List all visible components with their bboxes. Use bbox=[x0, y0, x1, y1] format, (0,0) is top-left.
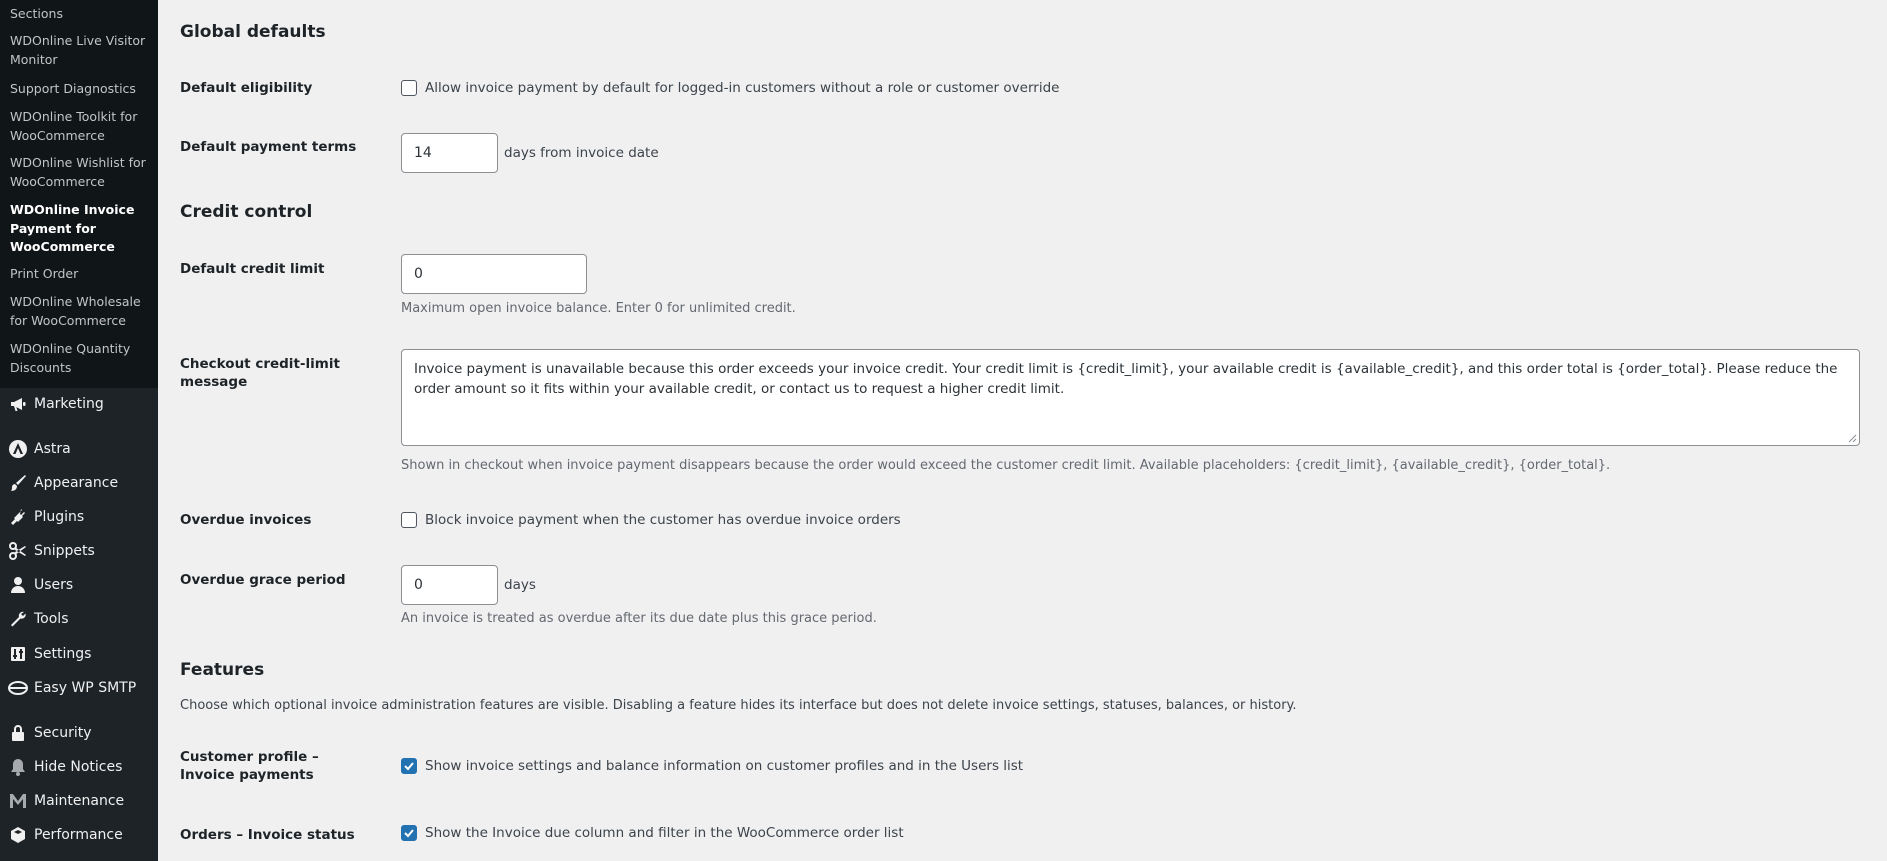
default-eligibility-label: Default eligibility bbox=[180, 80, 313, 96]
user-icon bbox=[0, 570, 34, 600]
menu-item-label: Security bbox=[34, 725, 92, 741]
default-credit-limit-description: Maximum open invoice balance. Enter 0 fo… bbox=[401, 301, 796, 316]
default-credit-limit-input[interactable]: 0 bbox=[401, 254, 587, 294]
menu-item-label: Appearance bbox=[34, 475, 119, 491]
menu-item-label: Snippets bbox=[34, 543, 95, 559]
menu-item-marketing[interactable]: Marketing bbox=[0, 389, 158, 419]
menu-item-label: Marketing bbox=[34, 396, 104, 412]
default-eligibility-checkbox-label[interactable]: Allow invoice payment by default for log… bbox=[425, 80, 1059, 96]
submenu-item-wholesale[interactable]: WDOnline Wholesale for WooCommerce bbox=[10, 293, 152, 330]
default-credit-limit-field: 0 bbox=[401, 254, 587, 294]
menu-item-label: Performance bbox=[34, 827, 123, 843]
menu-item-maintenance[interactable]: Maintenance bbox=[0, 786, 158, 816]
submenu-item-sections[interactable]: Sections bbox=[10, 5, 152, 24]
checkmark-icon bbox=[404, 829, 414, 838]
settings-icon bbox=[0, 639, 34, 669]
checkout-credit-limit-message-label: Checkout credit-limit message bbox=[180, 356, 340, 390]
checkout-credit-limit-message-description: Shown in checkout when invoice payment d… bbox=[401, 458, 1611, 473]
customer-profile-invoice-payments-field: Show invoice settings and balance inform… bbox=[401, 758, 1023, 774]
resize-handle-icon[interactable] bbox=[1848, 434, 1857, 443]
customer-profile-invoice-payments-checkbox-label[interactable]: Show invoice settings and balance inform… bbox=[425, 758, 1023, 774]
overdue-invoices-field: Block invoice payment when the customer … bbox=[401, 512, 901, 528]
plug-icon bbox=[0, 502, 34, 532]
menu-item-label: Users bbox=[34, 577, 74, 593]
orders-invoice-status-label: Orders – Invoice status bbox=[180, 827, 355, 843]
customer-profile-invoice-payments-label: Customer profile – Invoice payments bbox=[180, 749, 319, 783]
orders-invoice-status-checkbox-label[interactable]: Show the Invoice due column and filter i… bbox=[425, 825, 904, 841]
menu-item-easy-wp-smtp[interactable]: Easy WP SMTP bbox=[0, 673, 158, 703]
features-description: Choose which optional invoice administra… bbox=[180, 698, 1297, 713]
submenu-item-live-visitor-monitor[interactable]: WDOnline Live Visitor Monitor bbox=[10, 32, 152, 69]
submenu-item-print-order[interactable]: Print Order bbox=[10, 265, 152, 284]
bell-icon bbox=[0, 752, 34, 782]
section-title-features: Features bbox=[180, 660, 265, 680]
section-title-credit-control: Credit control bbox=[180, 202, 313, 222]
menu-item-astra[interactable]: Astra bbox=[0, 434, 158, 464]
submenu-item-support-diagnostics[interactable]: Support Diagnostics bbox=[10, 80, 152, 99]
default-payment-terms-field: 14 days from invoice date bbox=[401, 133, 659, 173]
checkmark-icon bbox=[404, 762, 414, 771]
submenu-item-quantity-discounts[interactable]: WDOnline Quantity Discounts bbox=[10, 340, 152, 377]
menu-item-label: Hide Notices bbox=[34, 759, 123, 775]
overdue-grace-period-description: An invoice is treated as overdue after i… bbox=[401, 611, 877, 626]
checkout-credit-limit-message-text: Invoice payment is unavailable because t… bbox=[414, 361, 1838, 397]
maintenance-icon bbox=[0, 786, 34, 816]
menu-item-security[interactable]: Security bbox=[0, 718, 158, 748]
default-eligibility-field: Allow invoice payment by default for log… bbox=[401, 80, 1059, 96]
menu-item-plugins[interactable]: Plugins bbox=[0, 502, 158, 532]
paintbrush-icon bbox=[0, 468, 34, 498]
orders-invoice-status-field: Show the Invoice due column and filter i… bbox=[401, 825, 904, 841]
overdue-grace-period-suffix: days bbox=[504, 577, 536, 593]
submenu-item-invoice-payment[interactable]: WDOnline Invoice Payment for WooCommerce bbox=[10, 201, 152, 257]
orders-invoice-status-checkbox[interactable] bbox=[401, 825, 417, 841]
menu-item-label: Easy WP SMTP bbox=[34, 680, 137, 696]
menu-item-settings[interactable]: Settings bbox=[0, 639, 158, 669]
menu-item-label: Plugins bbox=[34, 509, 85, 525]
menu-item-snippets[interactable]: Snippets bbox=[0, 536, 158, 566]
overdue-grace-period-input[interactable]: 0 bbox=[401, 565, 498, 605]
lock-icon bbox=[0, 718, 34, 748]
menu-item-label: Settings bbox=[34, 646, 92, 662]
smtp-icon bbox=[0, 673, 34, 703]
menu-item-label: Maintenance bbox=[34, 793, 125, 809]
default-payment-terms-suffix: days from invoice date bbox=[504, 145, 659, 161]
woocommerce-submenu: Sections WDOnline Live Visitor Monitor S… bbox=[0, 0, 158, 388]
menu-item-appearance[interactable]: Appearance bbox=[0, 468, 158, 498]
astra-icon bbox=[0, 434, 34, 464]
section-title-global-defaults: Global defaults bbox=[180, 22, 326, 42]
default-credit-limit-label: Default credit limit bbox=[180, 261, 325, 277]
menu-item-tools[interactable]: Tools bbox=[0, 604, 158, 634]
admin-sidebar: Sections WDOnline Live Visitor Monitor S… bbox=[0, 0, 158, 861]
default-payment-terms-label: Default payment terms bbox=[180, 139, 357, 155]
menu-item-performance[interactable]: Performance bbox=[0, 820, 158, 850]
menu-item-label: Astra bbox=[34, 441, 71, 457]
overdue-invoices-checkbox-label[interactable]: Block invoice payment when the customer … bbox=[425, 512, 901, 528]
overdue-grace-period-field: 0 days bbox=[401, 565, 536, 605]
submenu-item-toolkit[interactable]: WDOnline Toolkit for WooCommerce bbox=[10, 108, 152, 145]
overdue-grace-period-label: Overdue grace period bbox=[180, 572, 346, 588]
overdue-invoices-label: Overdue invoices bbox=[180, 512, 312, 528]
default-payment-terms-input[interactable]: 14 bbox=[401, 133, 498, 173]
overdue-invoices-checkbox[interactable] bbox=[401, 512, 417, 528]
menu-item-label: Tools bbox=[34, 611, 69, 627]
checkout-credit-limit-message-textarea[interactable]: Invoice payment is unavailable because t… bbox=[401, 349, 1860, 446]
performance-icon bbox=[0, 820, 34, 850]
default-eligibility-checkbox[interactable] bbox=[401, 80, 417, 96]
submenu-item-wishlist[interactable]: WDOnline Wishlist for WooCommerce bbox=[10, 154, 152, 191]
customer-profile-invoice-payments-checkbox[interactable] bbox=[401, 758, 417, 774]
wrench-icon bbox=[0, 604, 34, 634]
settings-content: Global defaults Default eligibility Allo… bbox=[158, 0, 1887, 861]
menu-item-hide-notices[interactable]: Hide Notices bbox=[0, 752, 158, 782]
scissors-icon bbox=[0, 536, 34, 566]
megaphone-icon bbox=[0, 389, 34, 419]
menu-item-users[interactable]: Users bbox=[0, 570, 158, 600]
